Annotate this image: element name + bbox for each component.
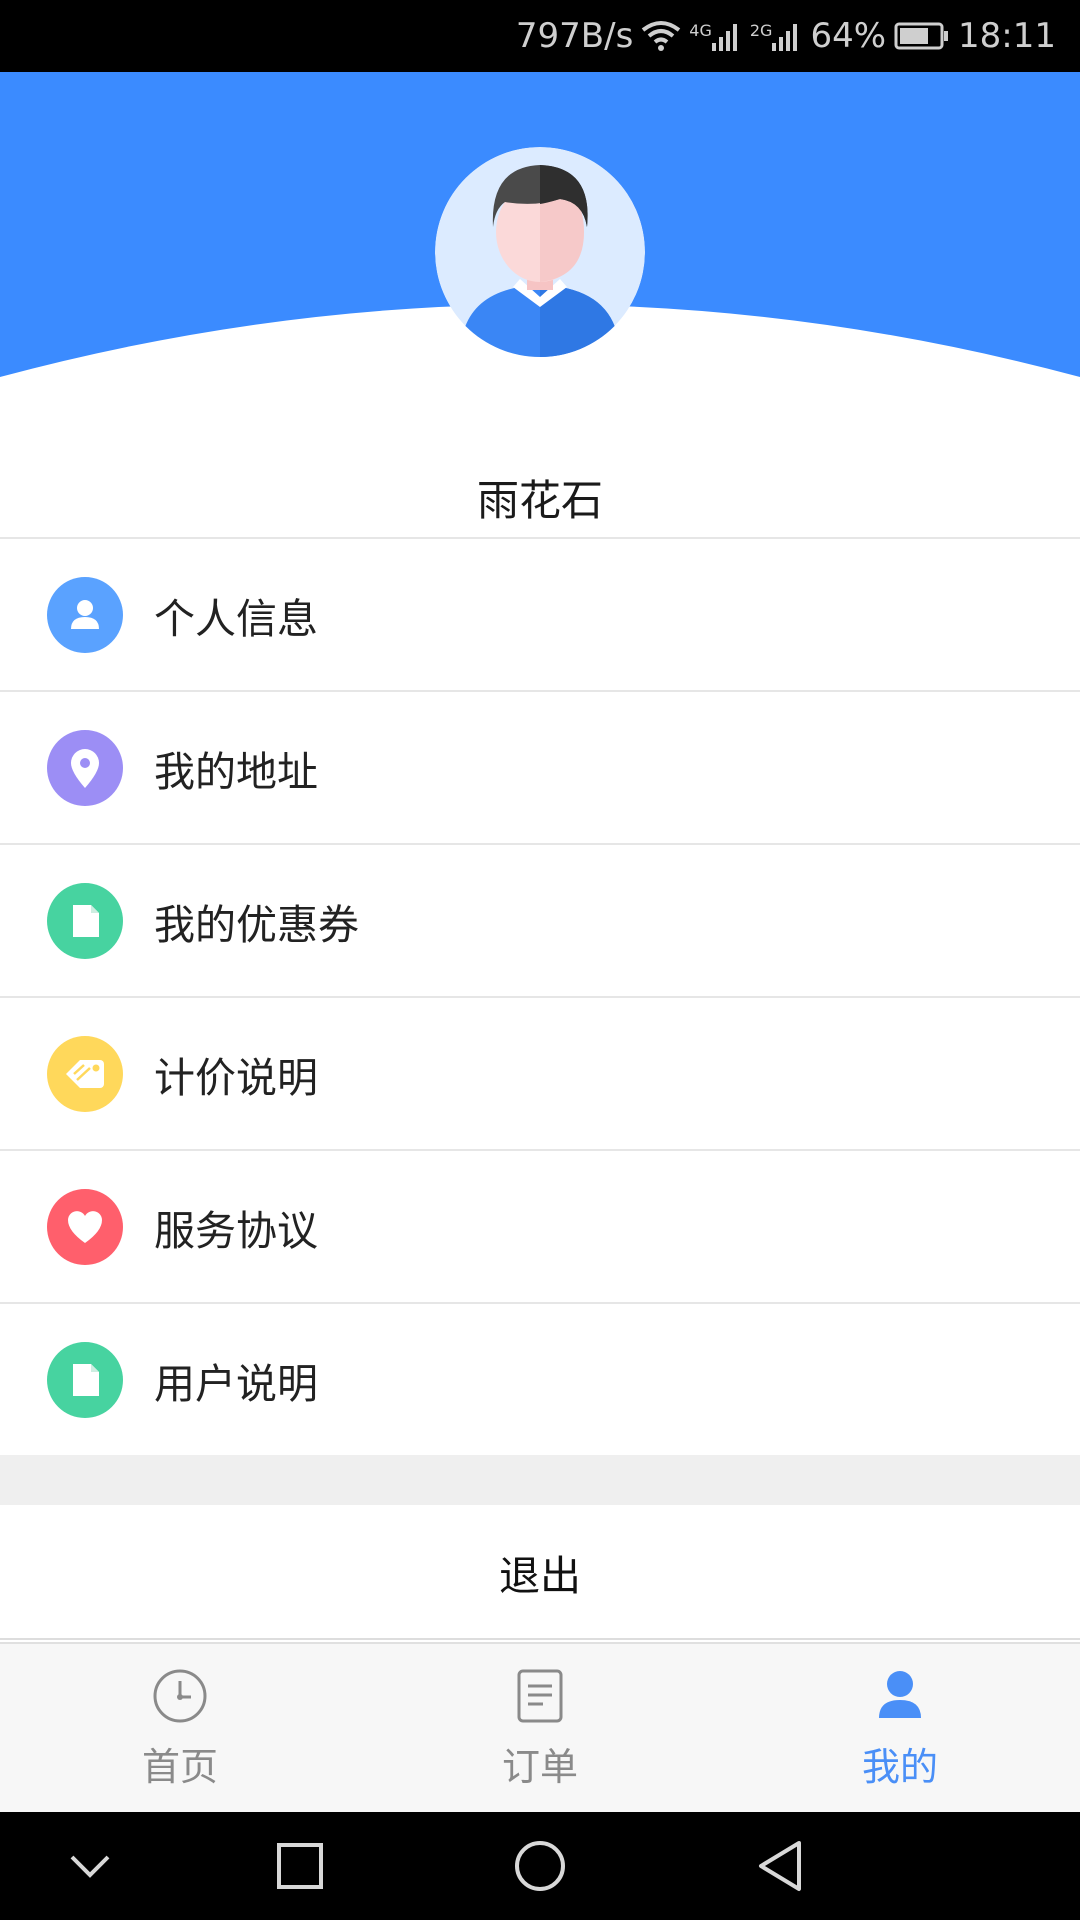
cell-signal-icon: 4G xyxy=(689,21,742,51)
home-circle-icon[interactable] xyxy=(510,1836,570,1896)
logout-button[interactable]: 退出 xyxy=(0,1505,1080,1640)
back-icon[interactable] xyxy=(750,1836,810,1896)
menu-item-service-agreement[interactable]: 服务协议 xyxy=(0,1151,1080,1304)
signal-type-2: 2G xyxy=(749,21,773,40)
avatar[interactable] xyxy=(435,147,645,357)
battery-icon xyxy=(894,21,950,51)
profile-header: 雨花石 xyxy=(0,72,1080,542)
chevron-down-icon[interactable] xyxy=(60,1836,120,1896)
location-pin-icon xyxy=(47,729,123,806)
menu-item-label: 服务协议 xyxy=(154,1206,318,1255)
menu-item-label: 用户说明 xyxy=(154,1359,318,1408)
battery-percent: 64% xyxy=(810,16,887,56)
tab-mine[interactable]: 我的 xyxy=(720,1644,1080,1812)
document-icon xyxy=(47,882,123,959)
person-icon xyxy=(47,576,123,653)
tab-home[interactable]: 首页 xyxy=(0,1644,360,1812)
system-navigation-bar xyxy=(0,1812,1080,1920)
menu-item-user-guide[interactable]: 用户说明 xyxy=(0,1304,1080,1457)
menu-item-label: 我的优惠券 xyxy=(154,900,359,949)
menu-item-my-address[interactable]: 我的地址 xyxy=(0,692,1080,845)
username: 雨花石 xyxy=(476,476,603,525)
cell-signal-icon: 2G xyxy=(750,21,803,51)
profile-menu: 个人信息 我的地址 我的优惠券 计价说明 服务协议 用户说明 xyxy=(0,537,1080,1457)
menu-item-label: 我的地址 xyxy=(154,747,318,796)
wifi-icon xyxy=(641,20,681,52)
net-speed: 797B/s xyxy=(515,16,634,56)
tab-label: 订单 xyxy=(501,1745,578,1789)
section-divider xyxy=(0,1455,1080,1505)
document-icon xyxy=(47,1341,123,1418)
clock-time: 18:11 xyxy=(958,16,1056,56)
tab-label: 我的 xyxy=(861,1745,938,1789)
order-list-icon xyxy=(515,1666,565,1726)
clock-icon xyxy=(151,1666,209,1726)
status-bar: 797B/s 4G 2G 64% 18:11 xyxy=(0,0,1080,72)
menu-item-pricing[interactable]: 计价说明 xyxy=(0,998,1080,1151)
recent-apps-icon[interactable] xyxy=(270,1836,330,1896)
menu-item-my-coupons[interactable]: 我的优惠券 xyxy=(0,845,1080,998)
signal-type-1: 4G xyxy=(689,21,712,40)
bottom-tab-bar: 首页 订单 我的 xyxy=(0,1642,1080,1812)
heart-icon xyxy=(47,1188,123,1265)
tab-orders[interactable]: 订单 xyxy=(360,1644,720,1812)
price-tag-icon xyxy=(47,1035,123,1112)
menu-item-personal-info[interactable]: 个人信息 xyxy=(0,539,1080,692)
menu-item-label: 计价说明 xyxy=(154,1053,318,1102)
tab-label: 首页 xyxy=(141,1745,218,1789)
user-icon xyxy=(875,1666,925,1726)
menu-item-label: 个人信息 xyxy=(154,594,318,643)
